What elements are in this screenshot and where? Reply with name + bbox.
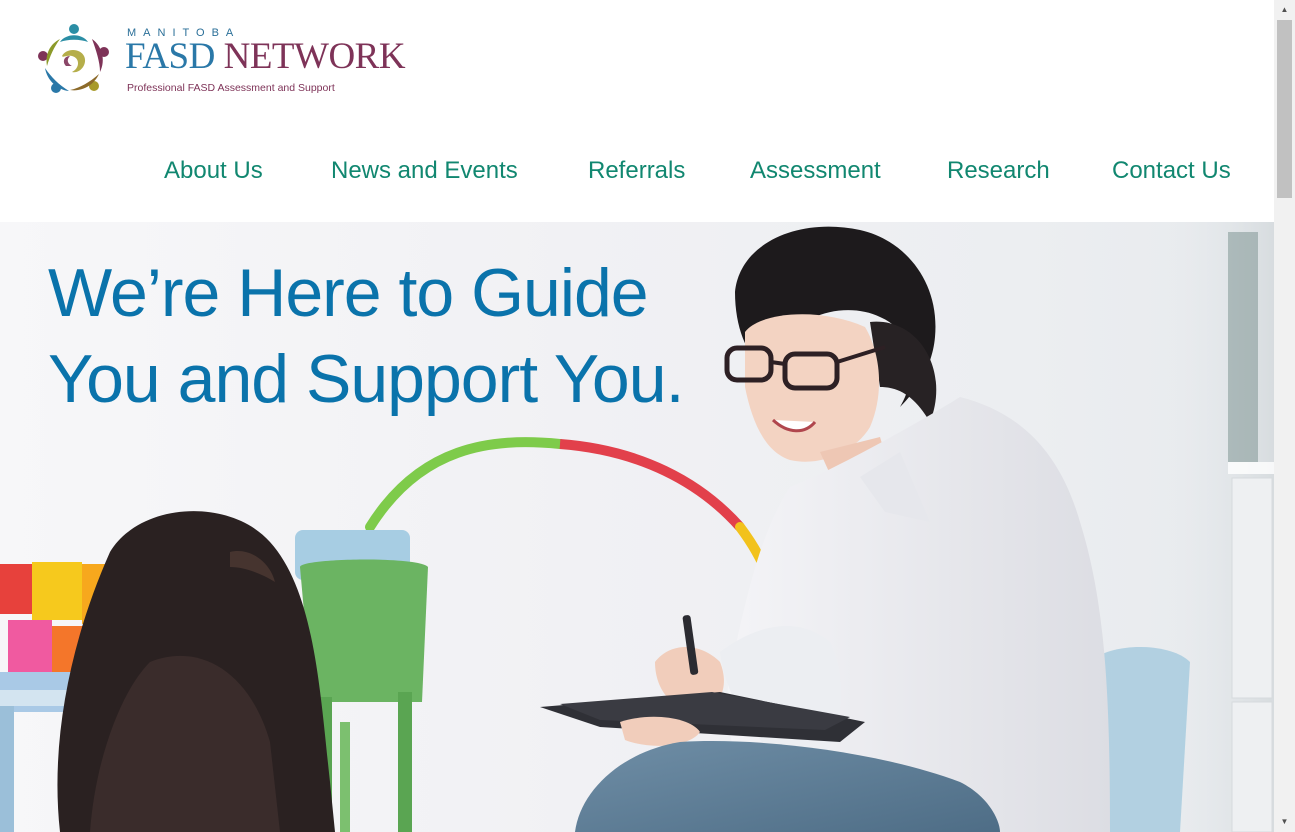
nav-research[interactable]: Research bbox=[947, 154, 1050, 188]
logo-wordmark: FASD NETWORK bbox=[125, 36, 406, 77]
logo-wordmark-network: NETWORK bbox=[223, 36, 406, 77]
people-circle-logo-icon bbox=[38, 24, 109, 93]
hero-banner: We’re Here to Guide You and Support You. bbox=[0, 222, 1274, 832]
main-navigation: About Us News and Events Referrals Asses… bbox=[0, 154, 1274, 188]
scrollbar-thumb[interactable] bbox=[1277, 20, 1292, 198]
nav-about-us[interactable]: About Us bbox=[164, 154, 263, 188]
page: MANITOBA FASD NETWORK Professional FASD … bbox=[0, 0, 1295, 832]
nav-referrals[interactable]: Referrals bbox=[588, 154, 685, 188]
scroll-up-arrow-icon[interactable]: ▲ bbox=[1274, 0, 1295, 20]
nav-assessment[interactable]: Assessment bbox=[750, 154, 881, 188]
logo-wordmark-fasd: FASD bbox=[125, 36, 215, 77]
site-header: MANITOBA FASD NETWORK Professional FASD … bbox=[0, 0, 1274, 222]
vertical-scrollbar[interactable]: ▲ ▼ bbox=[1274, 0, 1295, 832]
site-logo-link[interactable]: MANITOBA FASD NETWORK Professional FASD … bbox=[36, 22, 416, 98]
hero-headline: We’re Here to Guide You and Support You. bbox=[48, 250, 684, 422]
scroll-down-arrow-icon[interactable]: ▼ bbox=[1274, 812, 1295, 832]
hero-headline-line-2: You and Support You. bbox=[48, 341, 684, 417]
nav-news-and-events[interactable]: News and Events bbox=[331, 154, 518, 188]
nav-contact-us[interactable]: Contact Us bbox=[1112, 154, 1231, 188]
hero-headline-line-1: We’re Here to Guide bbox=[48, 255, 649, 331]
logo-tagline: Professional FASD Assessment and Support bbox=[127, 82, 335, 94]
